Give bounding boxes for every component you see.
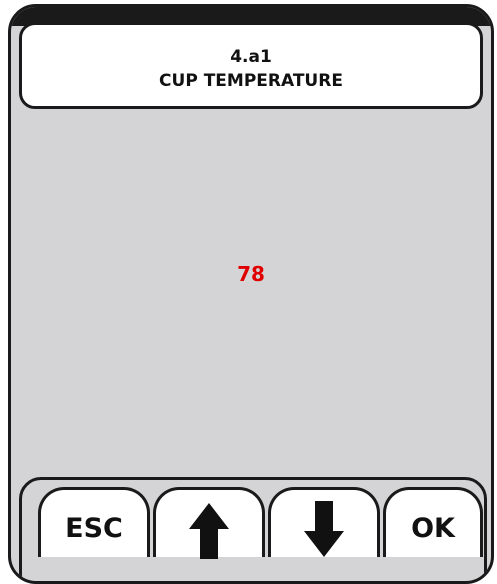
ok-button[interactable]: OK <box>383 487 483 557</box>
down-button[interactable] <box>268 487 380 557</box>
arrow-down-icon <box>304 500 344 557</box>
arrow-up-icon <box>189 502 229 559</box>
menu-code: 4.a1 <box>230 47 272 67</box>
header-box: 4.a1 CUP TEMPERATURE <box>19 22 483 109</box>
page-title: CUP TEMPERATURE <box>159 71 343 91</box>
up-button[interactable] <box>153 487 265 559</box>
temperature-value: 78 <box>237 262 265 286</box>
esc-label: ESC <box>65 513 123 544</box>
ok-label: OK <box>411 513 455 544</box>
esc-button[interactable]: ESC <box>38 487 150 557</box>
